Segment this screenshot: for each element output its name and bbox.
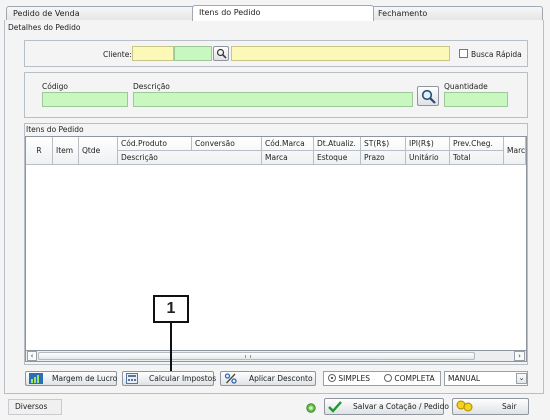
percent-icon: [224, 373, 237, 384]
search-icon: [216, 48, 227, 59]
col-ipi[interactable]: IPI(R$): [406, 137, 450, 151]
col-cod-marca[interactable]: Cód.Marca: [262, 137, 314, 151]
cliente-code-field[interactable]: [132, 46, 174, 61]
descricao-label: Descrição: [133, 82, 170, 91]
chevron-left-icon: ‹: [30, 352, 34, 360]
col-dt-atualiz[interactable]: Dt.Atualiz.: [314, 137, 361, 151]
calcular-impostos-label: Calcular Impostos: [149, 374, 217, 383]
checkmark-icon: [328, 401, 342, 413]
aplicar-desconto-button[interactable]: Aplicar Desconto: [220, 371, 316, 386]
callout-line: [170, 323, 172, 371]
col-unitario[interactable]: Unitário: [406, 151, 450, 165]
radio-completa[interactable]: COMPLETA: [384, 374, 435, 383]
busca-rapida-checkbox[interactable]: [459, 49, 468, 58]
search-icon: [421, 89, 436, 104]
tab-label: Fechamento: [378, 9, 428, 18]
grip-icon: [245, 355, 251, 358]
col-estoque[interactable]: Estoque: [314, 151, 361, 165]
callout-box: 1: [153, 295, 189, 323]
scroll-thumb[interactable]: [38, 352, 475, 360]
cliente-name-field[interactable]: [231, 46, 450, 61]
sair-button[interactable]: Sair: [452, 398, 529, 415]
col-marca-cut[interactable]: Marca: [504, 137, 526, 165]
busca-rapida-label: Busca Rápida: [471, 50, 522, 59]
status-icon: [306, 403, 316, 413]
tab-pedido-de-venda[interactable]: Pedido de Venda: [6, 6, 196, 20]
col-qtde[interactable]: Qtde: [79, 137, 118, 165]
col-descricao[interactable]: Descrição: [118, 151, 262, 165]
col-cod-produto[interactable]: Cód.Produto: [118, 137, 192, 151]
radio-completa-label: COMPLETA: [394, 374, 435, 383]
col-conversao[interactable]: Conversão: [192, 137, 262, 151]
radio-simples-label: SIMPLES: [338, 374, 371, 383]
tab-itens-do-pedido[interactable]: Itens do Pedido: [192, 5, 374, 21]
section-title-items: Itens do Pedido: [26, 125, 84, 134]
codigo-label: Código: [42, 82, 69, 91]
calcular-impostos-button[interactable]: Calcular Impostos: [122, 371, 217, 386]
col-marca[interactable]: Marca: [262, 151, 314, 165]
scroll-left-button[interactable]: ‹: [27, 351, 37, 361]
chart-icon: [29, 373, 43, 384]
col-item[interactable]: Item: [53, 137, 79, 165]
cliente-search-button[interactable]: [213, 46, 229, 61]
col-prazo[interactable]: Prazo: [361, 151, 406, 165]
scroll-right-button[interactable]: ›: [514, 351, 525, 361]
diversos-tab[interactable]: Diversos: [8, 399, 62, 415]
col-r[interactable]: R: [26, 137, 53, 165]
section-title-details: Detalhes do Pedido: [8, 23, 81, 32]
radio-simples[interactable]: SIMPLES: [328, 374, 370, 383]
descricao-field[interactable]: [133, 92, 413, 107]
chevron-down-icon[interactable]: ⌄: [516, 373, 527, 384]
aplicar-desconto-label: Aplicar Desconto: [249, 374, 313, 383]
mode-select[interactable]: MANUAL ⌄: [444, 371, 528, 386]
col-st[interactable]: ST(R$): [361, 137, 406, 151]
grid-hscrollbar[interactable]: ‹ ›: [25, 351, 527, 362]
col-prev-cheg[interactable]: Prev.Cheg.: [450, 137, 504, 151]
exit-icon: [456, 400, 473, 412]
radio-selected-icon: [328, 374, 336, 382]
calc-mode-group: SIMPLES COMPLETA: [323, 371, 441, 386]
quantidade-field[interactable]: [444, 92, 508, 107]
margem-lucro-button[interactable]: Margem de Lucro: [25, 371, 117, 386]
mode-select-value: MANUAL: [448, 374, 481, 383]
items-grid[interactable]: R Item Qtde Cód.Produto Conversão Cód.Ma…: [25, 136, 527, 351]
salvar-button[interactable]: Salvar a Cotação / Pedido: [324, 398, 449, 415]
quantidade-label: Quantidade: [444, 82, 488, 91]
grid-header: R Item Qtde Cód.Produto Conversão Cód.Ma…: [26, 137, 526, 165]
tab-label: Itens do Pedido: [199, 8, 261, 17]
chevron-right-icon: ›: [518, 352, 521, 360]
tab-fechamento[interactable]: Fechamento: [371, 6, 543, 20]
cliente-id-field[interactable]: [174, 46, 212, 61]
salvar-label: Salvar a Cotação / Pedido: [353, 402, 449, 411]
codigo-field[interactable]: [42, 92, 128, 107]
sair-label: Sair: [502, 402, 517, 411]
tab-label: Pedido de Venda: [13, 9, 80, 18]
produto-search-button[interactable]: [417, 86, 439, 106]
radio-unselected-icon: [384, 374, 392, 382]
diversos-label: Diversos: [15, 402, 48, 411]
margem-lucro-label: Margem de Lucro: [52, 374, 118, 383]
col-total[interactable]: Total: [450, 151, 504, 165]
cliente-label: Cliente:: [103, 50, 132, 59]
calculator-icon: [126, 373, 138, 384]
